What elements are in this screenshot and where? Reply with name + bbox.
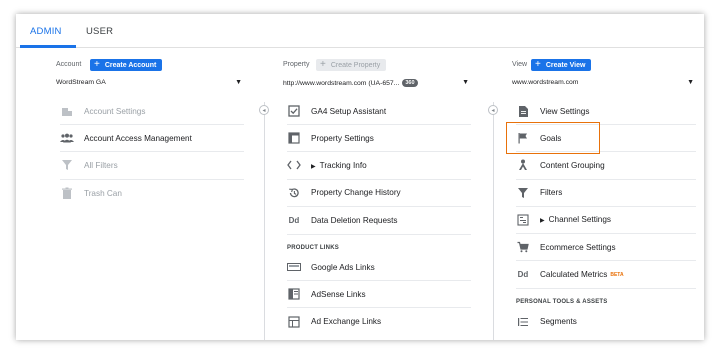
checkbox-icon	[287, 104, 301, 118]
beta-badge: BETA	[610, 272, 624, 279]
create-account-button[interactable]: + Create Account	[90, 59, 163, 71]
arrow-circle-icon: ◂	[488, 105, 498, 115]
cart-icon	[516, 240, 530, 254]
account-label: Account	[56, 61, 82, 68]
filter-icon	[516, 186, 530, 200]
ga4-setup-assistant-item[interactable]: GA4 Setup Assistant	[287, 98, 471, 126]
settings-window-icon	[287, 131, 301, 145]
adsense-icon	[287, 287, 301, 301]
admin-panel: ADMIN USER Account + Create Account WordS…	[16, 14, 704, 340]
badge-360: 360	[402, 79, 418, 87]
account-column: Account + Create Account WordStream GA ▼ …	[56, 58, 244, 340]
filters-item[interactable]: Filters	[516, 180, 696, 207]
grouping-icon	[516, 158, 530, 172]
expand-triangle-icon: ▶	[311, 163, 316, 170]
content-grouping-item[interactable]: Content Grouping	[516, 152, 696, 180]
property-change-history-item[interactable]: Property Change History	[287, 180, 471, 207]
tab-bar: ADMIN USER	[16, 14, 704, 48]
dd-icon: Dd	[288, 215, 300, 225]
channel-icon	[516, 213, 530, 227]
document-icon	[516, 104, 530, 118]
all-filters-item[interactable]: All Filters	[60, 152, 244, 180]
segments-icon	[516, 315, 530, 329]
tracking-info-item[interactable]: ▶ Tracking Info	[287, 152, 471, 180]
people-icon	[60, 131, 74, 145]
ad-exchange-links-item[interactable]: Ad Exchange Links	[287, 308, 471, 335]
dd-icon: Dd	[517, 270, 529, 280]
active-tab-indicator	[20, 45, 76, 48]
ecommerce-settings-item[interactable]: Ecommerce Settings	[516, 234, 696, 262]
channel-settings-item[interactable]: ▶ Channel Settings	[516, 207, 696, 234]
filter-icon	[60, 158, 74, 172]
adexchange-icon	[287, 315, 301, 329]
account-access-management-item[interactable]: Account Access Management	[60, 125, 244, 153]
calculated-metrics-item[interactable]: Dd Calculated Metrics BETA	[516, 261, 696, 288]
account-selector-value: WordStream GA	[56, 79, 106, 86]
tab-admin[interactable]: ADMIN	[30, 26, 62, 37]
view-column: View + Create View www.wordstream.com ▼ V…	[512, 58, 696, 340]
data-deletion-requests-item[interactable]: Dd Data Deletion Requests	[287, 207, 471, 234]
ads-icon	[287, 260, 301, 274]
view-label: View	[512, 61, 528, 68]
dropdown-caret-icon: ▼	[462, 79, 469, 86]
property-selector-value: http://www.wordstream.com (UA-657...	[283, 80, 400, 87]
account-settings-item[interactable]: Account Settings	[60, 98, 244, 126]
code-icon	[287, 158, 301, 172]
plus-icon: +	[320, 59, 326, 70]
history-icon	[287, 186, 301, 200]
trash-can-item[interactable]: Trash Can	[60, 180, 244, 207]
property-selector[interactable]: http://www.wordstream.com (UA-657... 360 …	[283, 78, 471, 90]
view-selector-value: www.wordstream.com	[512, 79, 579, 86]
property-label: Property	[283, 61, 310, 68]
create-property-button[interactable]: + Create Property	[316, 59, 387, 71]
column-divider	[493, 102, 494, 340]
arrow-circle-icon: ◂	[259, 105, 269, 115]
product-links-heading: PRODUCT LINKS	[287, 233, 471, 254]
segments-item[interactable]: Segments	[516, 308, 696, 335]
view-selector[interactable]: www.wordstream.com ▼	[512, 78, 696, 90]
google-ads-links-item[interactable]: Google Ads Links	[287, 254, 471, 282]
personal-tools-heading: PERSONAL TOOLS & ASSETS	[516, 288, 696, 308]
dropdown-caret-icon: ▼	[687, 79, 694, 86]
goals-highlight-box	[506, 122, 600, 154]
trash-icon	[60, 186, 74, 200]
property-settings-item[interactable]: Property Settings	[287, 125, 471, 153]
adsense-links-item[interactable]: AdSense Links	[287, 281, 471, 309]
building-icon	[60, 104, 74, 118]
property-column: Property + Create Property http://www.wor…	[283, 58, 471, 340]
column-divider	[264, 102, 265, 340]
plus-icon: +	[535, 59, 541, 70]
expand-triangle-icon: ▶	[540, 218, 545, 225]
dropdown-caret-icon: ▼	[235, 79, 242, 86]
plus-icon: +	[94, 59, 100, 70]
create-view-button[interactable]: + Create View	[531, 59, 592, 71]
account-selector[interactable]: WordStream GA ▼	[56, 78, 244, 90]
tab-user[interactable]: USER	[86, 26, 113, 37]
